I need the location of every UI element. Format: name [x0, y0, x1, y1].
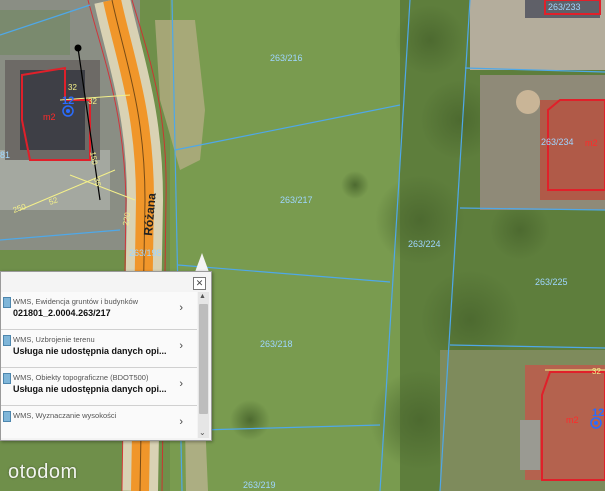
popup-scrollbar[interactable]: ▲ ⌄	[198, 292, 209, 438]
parcel-label-81: 81	[0, 150, 10, 160]
scroll-up-icon[interactable]: ▲	[199, 293, 206, 300]
document-icon	[3, 335, 11, 346]
scroll-down-icon[interactable]: ⌄	[199, 428, 206, 437]
building-tag: m2	[43, 112, 56, 122]
result-value: Usługa nie udostępnia danych opi...	[13, 384, 167, 394]
building-number: 12	[62, 95, 74, 107]
document-icon	[3, 373, 11, 384]
parcel-label-263-198: 263/198	[129, 248, 162, 258]
result-value: Usługa nie udostępnia danych opi...	[13, 346, 167, 356]
building-tag: m2	[566, 415, 579, 425]
result-item-wysokosci[interactable]: WMS, Wyznaczanie wysokości ›	[1, 406, 197, 438]
chevron-right-icon[interactable]: ›	[179, 340, 183, 352]
parcel-label-263-233: 263/233	[548, 2, 581, 12]
parcel-label-263-218: 263/218	[260, 339, 293, 349]
dimension-label: 32	[88, 97, 97, 106]
feature-info-popup: ✕ WMS, Ewidencja gruntów i budynków 0218…	[0, 271, 212, 441]
document-icon	[3, 411, 11, 422]
chevron-right-icon[interactable]: ›	[179, 416, 183, 428]
popup-pointer	[195, 253, 209, 272]
close-icon[interactable]: ✕	[193, 277, 206, 290]
parcel-label-263-234: 263/234	[541, 137, 574, 147]
chevron-right-icon[interactable]: ›	[179, 378, 183, 390]
dimension-label: 32	[68, 83, 77, 92]
popup-result-list: WMS, Ewidencja gruntów i budynków 021801…	[1, 292, 197, 438]
result-item-bdot500[interactable]: WMS, Obiekty topograficzne (BDOT500) Usł…	[1, 368, 197, 406]
parcel-label-263-224: 263/224	[408, 239, 441, 249]
result-value: 021801_2.0004.263/217	[13, 308, 111, 318]
parcel-label-263-217: 263/217	[280, 195, 313, 205]
parcel-label-263-225: 263/225	[535, 277, 568, 287]
result-layer-name: WMS, Wyznaczanie wysokości	[13, 411, 117, 420]
dimension-label: 32	[592, 367, 601, 376]
result-layer-name: WMS, Obiekty topograficzne (BDOT500)	[13, 373, 149, 382]
building-number: 12	[592, 407, 604, 419]
result-layer-name: WMS, Uzbrojenie terenu	[13, 335, 95, 344]
parcel-label-263-216: 263/216	[270, 53, 303, 63]
parcel-label-263-219: 263/219	[243, 480, 276, 490]
otodom-watermark: otodom	[8, 461, 78, 483]
result-layer-name: WMS, Ewidencja gruntów i budynków	[13, 297, 139, 306]
document-icon	[3, 297, 11, 308]
result-item-ewidencja[interactable]: WMS, Ewidencja gruntów i budynków 021801…	[1, 292, 197, 330]
building-tag: m2	[585, 138, 598, 148]
chevron-right-icon[interactable]: ›	[179, 302, 183, 314]
result-item-uzbrojenie[interactable]: WMS, Uzbrojenie terenu Usługa nie udostę…	[1, 330, 197, 368]
scrollbar-thumb[interactable]	[199, 304, 208, 414]
